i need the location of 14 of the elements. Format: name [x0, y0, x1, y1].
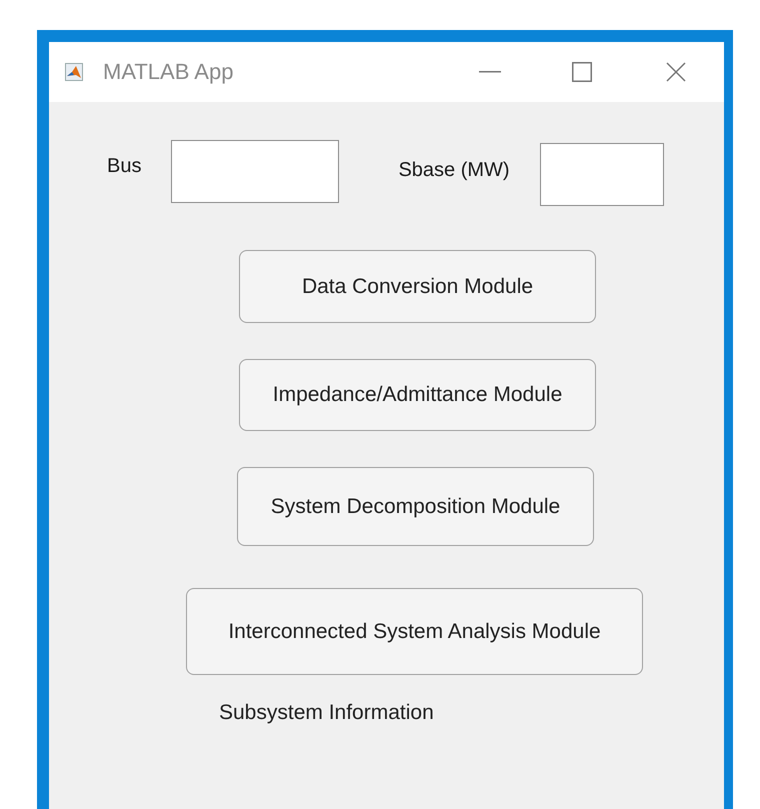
field-label: Bus: [107, 155, 142, 178]
module-button[interactable]: Data Conversion Module: [239, 250, 596, 323]
input-field[interactable]: [540, 143, 664, 206]
app-icon: [65, 63, 83, 81]
close-icon[interactable]: [666, 62, 686, 82]
window-title: MATLAB App: [103, 59, 234, 85]
field-label: Sbase (MW): [398, 159, 510, 182]
info-label: Subsystem Information: [219, 701, 434, 725]
minimize-icon[interactable]: [479, 71, 501, 73]
module-button[interactable]: Interconnected System Analysis Module: [186, 588, 643, 675]
input-field[interactable]: [171, 140, 340, 203]
module-button[interactable]: Impedance/Admittance Module: [239, 359, 596, 431]
maximize-icon[interactable]: [572, 62, 592, 82]
module-button[interactable]: System Decomposition Module: [237, 467, 594, 546]
